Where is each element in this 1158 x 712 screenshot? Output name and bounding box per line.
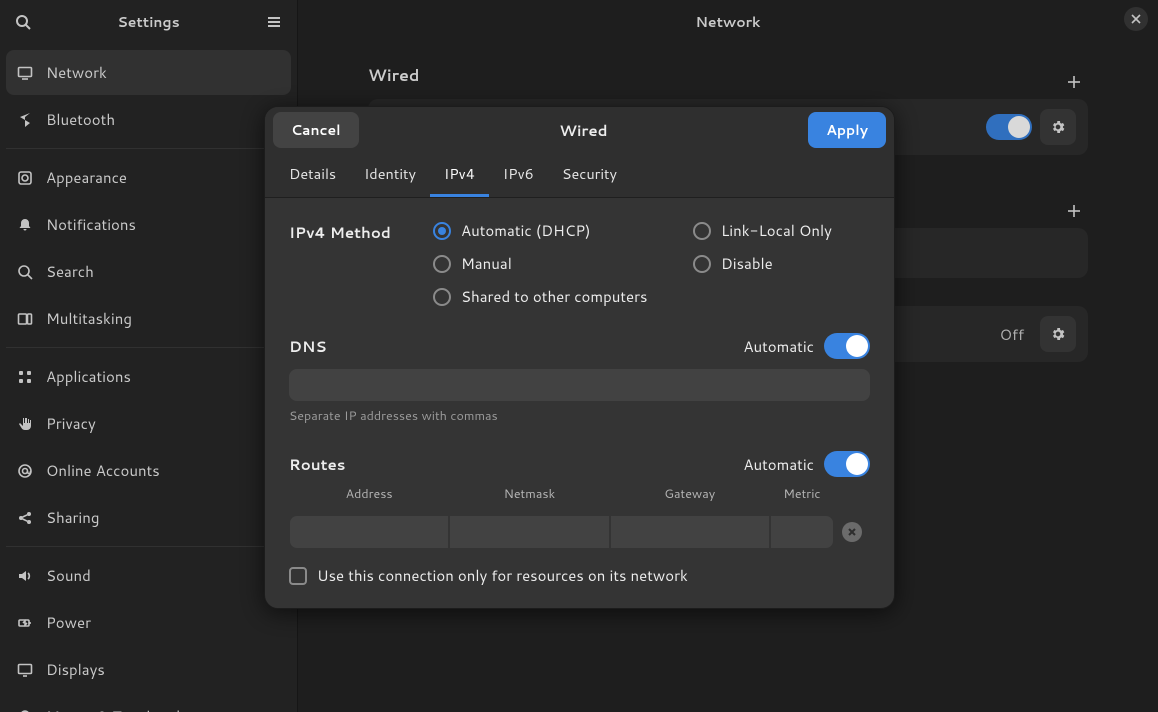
tab-security[interactable]: Security (548, 153, 631, 197)
ipv4-method-shared[interactable]: Shared to other computers (433, 286, 870, 307)
radio-label: Manual (461, 253, 512, 274)
routes-title: Routes (289, 454, 743, 475)
radio-icon (433, 255, 451, 273)
connection-dialog: Cancel Wired Apply DetailsIdentityIPv4IP… (264, 106, 895, 609)
ipv4-method-auto[interactable]: Automatic (DHCP) (433, 220, 693, 241)
dialog-header: Cancel Wired Apply (265, 107, 894, 153)
remove-icon (847, 527, 857, 537)
dialog-tabs: DetailsIdentityIPv4IPv6Security (265, 153, 894, 198)
routes-section: Routes Automatic Address Netmask Gateway… (289, 451, 870, 586)
tab-details[interactable]: Details (275, 153, 350, 197)
dns-hint: Separate IP addresses with commas (289, 407, 870, 425)
dns-title: DNS (289, 336, 743, 357)
routes-auto-toggle[interactable] (824, 451, 870, 477)
routes-col-address: Address (289, 485, 449, 507)
cancel-button[interactable]: Cancel (273, 112, 359, 148)
route-gateway-input[interactable] (611, 516, 769, 548)
route-address-input[interactable] (290, 516, 448, 548)
dialog-body: IPv4 Method Automatic (DHCP) Link-Local O… (265, 198, 894, 608)
dns-auto-label: Automatic (743, 336, 814, 357)
only-resources-checkbox-row[interactable]: Use this connection only for resources o… (289, 565, 870, 586)
apply-button[interactable]: Apply (808, 112, 886, 148)
routes-auto-label: Automatic (743, 454, 814, 475)
routes-col-netmask: Netmask (449, 485, 609, 507)
radio-label: Automatic (DHCP) (461, 220, 591, 241)
only-resources-label: Use this connection only for resources o… (317, 565, 688, 586)
radio-icon (693, 222, 711, 240)
ipv4-method-manual[interactable]: Manual (433, 253, 693, 274)
radio-icon (433, 222, 451, 240)
radio-icon (433, 288, 451, 306)
tab-ipv6[interactable]: IPv6 (489, 153, 548, 197)
tab-ipv4[interactable]: IPv4 (430, 153, 489, 197)
routes-header: Address Netmask Gateway Metric (289, 485, 870, 507)
routes-col-metric: Metric (770, 485, 834, 507)
ipv4-method-row: IPv4 Method Automatic (DHCP) Link-Local O… (289, 220, 870, 307)
dns-input[interactable] (289, 369, 870, 401)
route-remove-button[interactable] (834, 515, 870, 549)
ipv4-method-label: IPv4 Method (289, 220, 433, 307)
dns-auto-toggle[interactable] (824, 333, 870, 359)
radio-label: Shared to other computers (461, 286, 647, 307)
dns-section: DNS Automatic Separate IP addresses with… (289, 333, 870, 425)
ipv4-method-link-local[interactable]: Link-Local Only (693, 220, 870, 241)
only-resources-checkbox[interactable] (289, 567, 307, 585)
dialog-title: Wired (359, 120, 809, 141)
ipv4-method-disable[interactable]: Disable (693, 253, 870, 274)
radio-icon (693, 255, 711, 273)
tab-identity[interactable]: Identity (350, 153, 430, 197)
radio-label: Disable (721, 253, 773, 274)
radio-label: Link-Local Only (721, 220, 832, 241)
route-netmask-input[interactable] (450, 516, 608, 548)
routes-row (289, 515, 870, 549)
ipv4-method-options: Automatic (DHCP) Link-Local Only Manual Dis… (433, 220, 870, 307)
routes-col-gateway: Gateway (610, 485, 770, 507)
route-metric-input[interactable] (771, 516, 833, 548)
